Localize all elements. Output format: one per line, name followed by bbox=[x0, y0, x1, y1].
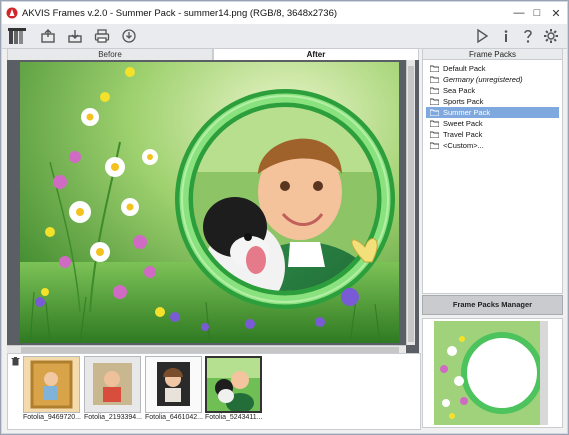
frame-preview bbox=[422, 318, 563, 428]
pack-item-sweet[interactable]: Sweet Pack bbox=[426, 118, 559, 129]
folder-icon bbox=[430, 98, 439, 105]
folder-icon bbox=[430, 142, 439, 149]
panel-header: Frame Packs bbox=[422, 48, 563, 60]
play-icon[interactable] bbox=[472, 26, 492, 46]
pack-item-custom[interactable]: <Custom>... bbox=[426, 140, 559, 151]
framed-photo bbox=[20, 62, 399, 343]
help-icon[interactable] bbox=[518, 26, 538, 46]
pack-item-sea[interactable]: Sea Pack bbox=[426, 85, 559, 96]
vertical-scrollbar[interactable] bbox=[406, 60, 415, 345]
print-icon[interactable] bbox=[92, 26, 112, 46]
akvis-app-icon bbox=[6, 7, 18, 19]
frame-packs-manager-button[interactable]: Frame Packs Manager bbox=[422, 295, 563, 315]
thumbnail-image bbox=[145, 356, 202, 413]
thumbnail-label: Fotolia_5243411... bbox=[205, 414, 263, 421]
thumbnail-item-selected[interactable]: Fotolia_5243411... bbox=[205, 356, 262, 426]
pack-label: Sports Pack bbox=[443, 97, 484, 106]
pack-label: Sea Pack bbox=[443, 86, 476, 95]
thumbnail-image bbox=[84, 356, 141, 413]
close-button[interactable]: ✕ bbox=[548, 5, 564, 21]
thumbnail-item[interactable]: Fotolia_2193394... bbox=[84, 356, 142, 426]
folder-icon bbox=[430, 87, 439, 94]
view-tabs: Before After bbox=[7, 48, 419, 60]
frame-preview-image[interactable] bbox=[434, 321, 544, 425]
folder-icon bbox=[430, 109, 439, 116]
maximize-button[interactable]: □ bbox=[529, 5, 545, 21]
info-icon[interactable] bbox=[496, 26, 516, 46]
preview-scrollbar[interactable] bbox=[540, 321, 548, 425]
thumbnail-label: Fotolia_6461042... bbox=[145, 414, 203, 421]
pack-item-default[interactable]: Default Pack bbox=[426, 63, 559, 74]
share-icon[interactable] bbox=[119, 26, 139, 46]
vertical-scroll-thumb[interactable] bbox=[408, 66, 414, 342]
pack-item-summer[interactable]: Summer Pack bbox=[426, 107, 559, 118]
save-icon[interactable] bbox=[65, 26, 85, 46]
frame-pack-list: Default Pack Germany (unregistered) Sea … bbox=[422, 60, 563, 294]
thumbnail-label: Fotolia_9469720... bbox=[23, 414, 81, 421]
settings-icon[interactable] bbox=[541, 26, 561, 46]
thumbnail-image bbox=[23, 356, 80, 413]
trash-icon[interactable] bbox=[11, 357, 20, 368]
tab-after[interactable]: After bbox=[213, 48, 419, 60]
pack-label: Sweet Pack bbox=[443, 119, 483, 128]
pack-item-sports[interactable]: Sports Pack bbox=[426, 96, 559, 107]
pack-label: Germany (unregistered) bbox=[443, 75, 523, 84]
pack-item-germany[interactable]: Germany (unregistered) bbox=[426, 74, 559, 85]
thumbnail-item[interactable]: Fotolia_9469720... bbox=[23, 356, 81, 426]
tab-before[interactable]: Before bbox=[7, 48, 213, 60]
thumbnail-item[interactable]: Fotolia_6461042... bbox=[145, 356, 203, 426]
folder-icon bbox=[430, 76, 439, 83]
minimize-button[interactable]: — bbox=[511, 5, 527, 21]
image-canvas[interactable] bbox=[7, 60, 419, 353]
window-title: AKVIS Frames v.2.0 - Summer Pack - summe… bbox=[22, 7, 338, 19]
frames-logo-icon bbox=[7, 26, 29, 46]
app-window: AKVIS Frames v.2.0 - Summer Pack - summe… bbox=[0, 0, 569, 435]
thumbnail-label: Fotolia_2193394... bbox=[84, 414, 142, 421]
pack-label: Travel Pack bbox=[443, 130, 483, 139]
folder-icon bbox=[430, 131, 439, 138]
pack-item-travel[interactable]: Travel Pack bbox=[426, 129, 559, 140]
folder-icon bbox=[430, 65, 439, 72]
frame-packs-panel: Frame Packs Default Pack Germany (unregi… bbox=[422, 48, 563, 428]
pack-label: <Custom>... bbox=[443, 141, 484, 150]
folder-icon bbox=[430, 120, 439, 127]
open-icon[interactable] bbox=[38, 26, 58, 46]
toolbar bbox=[2, 24, 567, 49]
pack-label: Default Pack bbox=[443, 64, 486, 73]
filmstrip: Fotolia_9469720... Fotolia_2193394... Fo… bbox=[7, 353, 421, 430]
thumbnail-image bbox=[205, 356, 262, 413]
title-bar: AKVIS Frames v.2.0 - Summer Pack - summe… bbox=[2, 2, 567, 24]
pack-label: Summer Pack bbox=[443, 108, 491, 117]
